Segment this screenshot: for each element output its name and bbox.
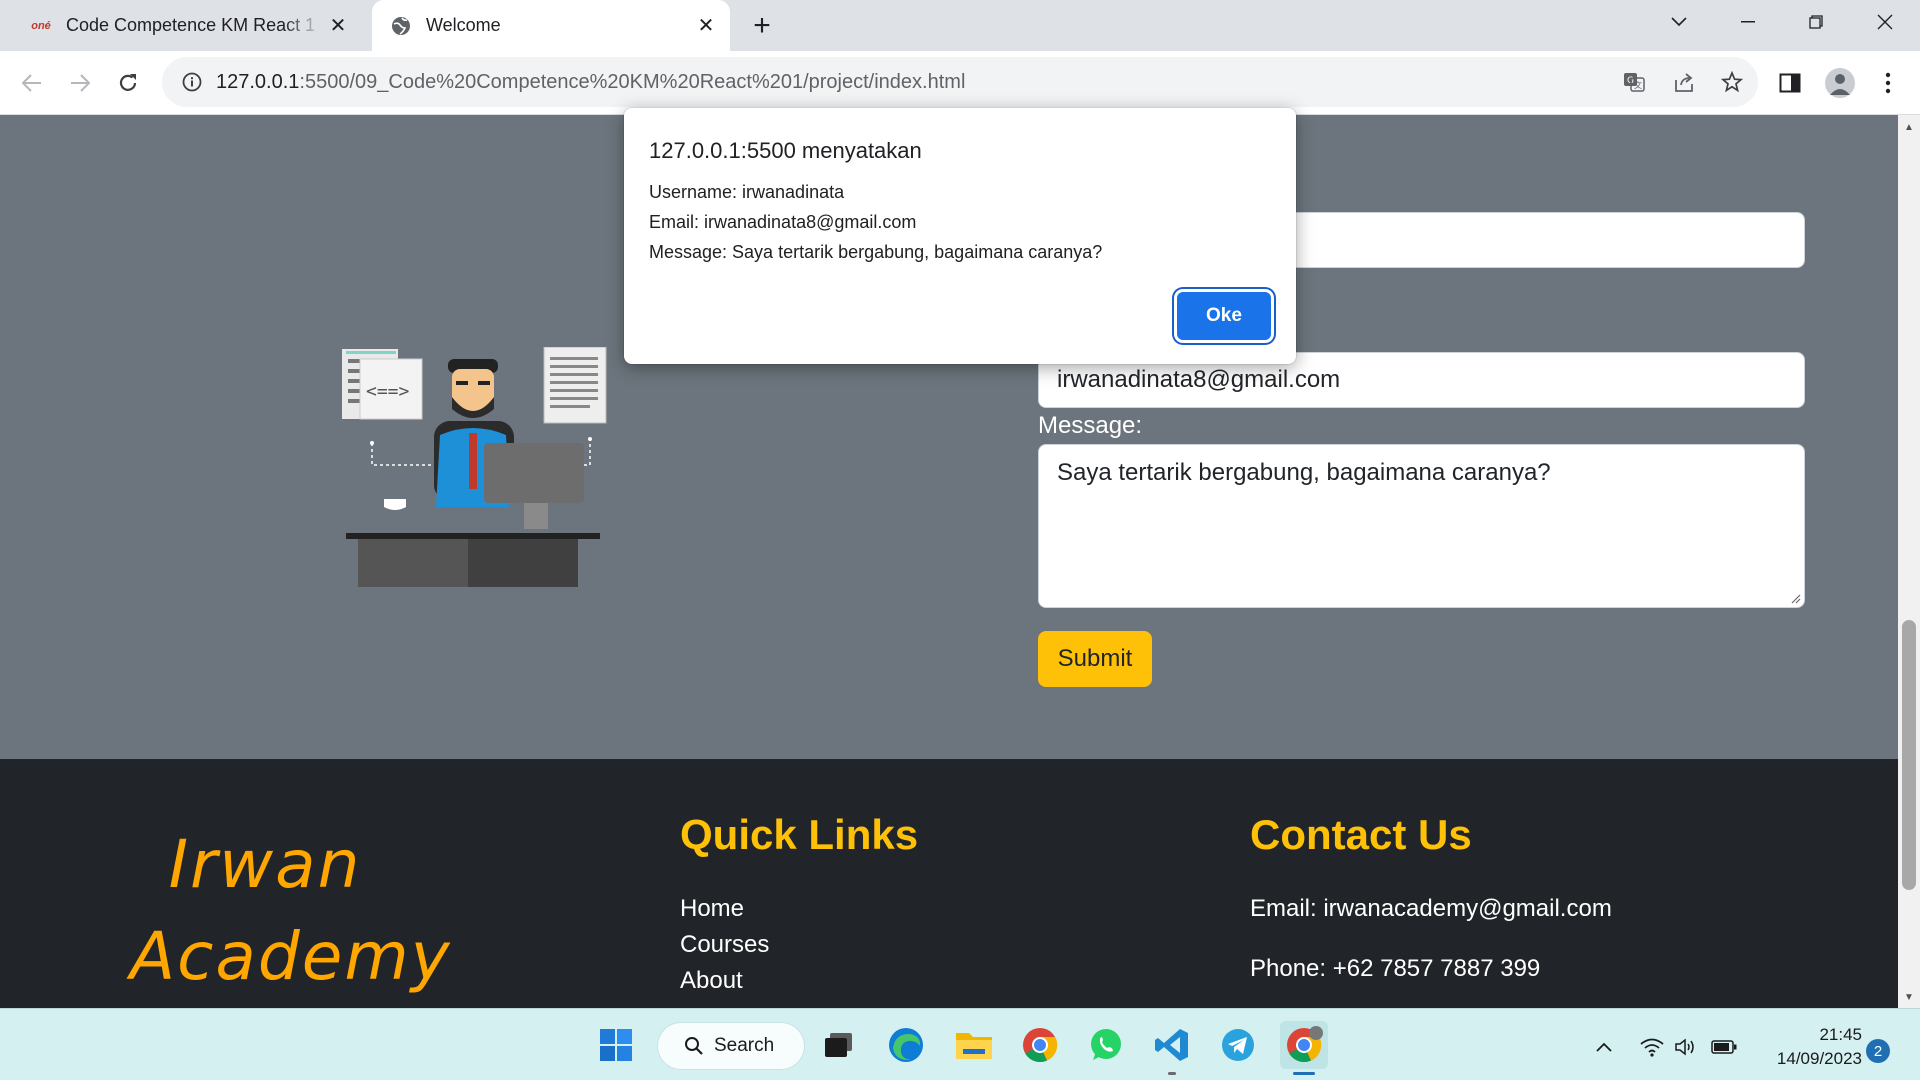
wifi-icon[interactable] [1638,1033,1666,1061]
tab-code-competence[interactable]: oné Code Competence KM React 1 - ✕ [18,0,362,51]
message-label: Message: [1038,412,1143,439]
vscode-icon[interactable] [1148,1021,1196,1075]
svg-text:文: 文 [1634,80,1642,90]
close-tab-icon[interactable]: ✕ [322,10,354,42]
onenote-favicon-icon: oné [31,19,51,32]
bookmark-star-icon[interactable] [1720,70,1744,94]
page-scrollbar[interactable]: ▲ ▼ [1898,115,1920,1008]
address-bar[interactable]: 127.0.0.1:5500/09_Code%20Competence%20KM… [162,57,1758,107]
volume-icon[interactable] [1672,1033,1700,1061]
developer-illustration: <==> [342,347,607,587]
site-footer: Irwan Academy Quick Links Home Courses A… [0,759,1898,1008]
chrome-active-profile-icon[interactable] [1280,1021,1328,1075]
alert-ok-button[interactable]: Oke [1177,292,1271,340]
scroll-down-arrow-icon[interactable]: ▼ [1903,991,1915,1003]
browser-tabstrip: oné Code Competence KM React 1 - ✕ Welco… [0,0,1920,51]
svg-text:<==>: <==> [366,381,410,402]
tab-title: Welcome [426,15,501,35]
footer-link-about[interactable]: About [680,967,743,995]
scrollbar-thumb[interactable] [1902,620,1916,890]
whatsapp-icon[interactable] [1082,1021,1130,1069]
edge-browser-icon[interactable] [882,1021,930,1069]
restore-button[interactable] [1788,0,1844,44]
minimize-button[interactable] [1720,0,1776,44]
forward-button[interactable] [62,65,98,101]
new-tab-button[interactable]: + [744,8,780,44]
message-textarea-value: Saya tertarik bergabung, bagaimana caran… [1057,459,1551,486]
search-icon [684,1036,704,1056]
contact-us-heading: Contact Us [1250,811,1472,858]
show-hidden-icons-chevron-icon[interactable] [1590,1033,1618,1061]
tab-title: Code Competence KM React 1 - [66,15,322,35]
alert-message-line: Message: Saya tertarik bergabung, bagaim… [649,242,1103,262]
resize-grip-icon[interactable] [1789,592,1801,604]
close-window-button[interactable] [1857,0,1913,44]
email-field-value: irwanadinata8@gmail.com [1057,366,1341,393]
browser-toolbar: 127.0.0.1:5500/09_Code%20Competence%20KM… [0,51,1920,115]
reload-button[interactable] [110,65,146,101]
profile-avatar[interactable] [1822,65,1858,101]
message-textarea[interactable]: Saya tertarik bergabung, bagaimana caran… [1038,444,1805,608]
notification-badge[interactable]: 2 [1866,1039,1890,1063]
running-indicator [1293,1072,1315,1075]
site-info-icon[interactable] [182,72,202,92]
windows-taskbar: Search 21:45 14/09/2023 2 [0,1008,1920,1080]
footer-brand-logo: Irwan Academy [130,826,452,995]
globe-icon [390,15,412,37]
footer-link-home[interactable]: Home [680,895,744,923]
alert-email-line: Email: irwanadinata8@gmail.com [649,212,917,232]
tab-search-chevron-icon[interactable] [1651,0,1707,44]
footer-contact-email: Email: irwanacademy@gmail.com [1250,895,1612,922]
telegram-icon[interactable] [1214,1021,1262,1069]
submit-button[interactable]: Submit [1038,631,1152,687]
file-explorer-icon[interactable] [950,1021,998,1069]
url-text: 127.0.0.1:5500/09_Code%20Competence%20KM… [216,70,966,93]
footer-link-courses[interactable]: Courses [680,931,769,959]
alert-title: 127.0.0.1:5500 menyatakan [649,138,922,163]
side-panel-icon[interactable] [1776,69,1804,97]
scroll-up-arrow-icon[interactable]: ▲ [1903,121,1915,133]
more-menu-icon[interactable] [1874,69,1902,97]
start-windows-icon[interactable] [592,1021,640,1069]
close-tab-icon[interactable]: ✕ [690,10,722,42]
running-indicator [1168,1072,1176,1075]
share-icon[interactable] [1672,70,1696,94]
translate-icon[interactable]: G文 [1622,70,1646,94]
back-button[interactable] [14,65,50,101]
footer-contact-phone: Phone: +62 7857 7887 399 [1250,955,1541,982]
quick-links-heading: Quick Links [680,811,919,858]
battery-icon[interactable] [1710,1033,1738,1061]
taskbar-search[interactable]: Search [658,1023,804,1069]
task-view-icon[interactable] [815,1021,863,1069]
taskbar-clock[interactable]: 21:45 14/09/2023 [1752,1023,1862,1071]
tab-welcome[interactable]: Welcome ✕ [372,0,730,51]
chrome-icon[interactable] [1016,1021,1064,1069]
alert-username-line: Username: irwanadinata [649,182,845,202]
alert-dialog: 127.0.0.1:5500 menyatakan Username: irwa… [624,108,1296,364]
